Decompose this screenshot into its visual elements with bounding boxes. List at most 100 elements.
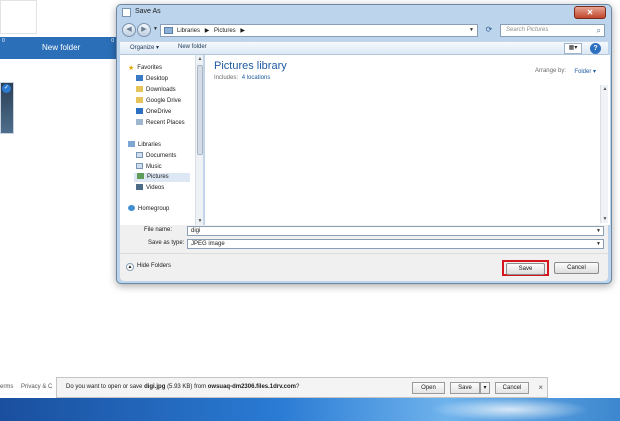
scroll-up-icon[interactable]: ▲ <box>196 56 204 62</box>
music-icon <box>136 163 143 169</box>
download-prompt: Do you want to open or save digi.jpg (5.… <box>66 384 299 390</box>
breadcrumb-separator[interactable]: ▶ <box>205 28 210 34</box>
file-list-pane[interactable]: Pictures library Includes: 4 locations A… <box>205 55 610 225</box>
download-prompt-suffix: ? <box>296 384 300 390</box>
download-file-name: digi.jpg <box>144 384 166 390</box>
library-icon <box>164 27 173 34</box>
help-icon[interactable]: ? <box>590 43 601 54</box>
nav-pictures-label: Pictures <box>147 174 169 180</box>
background-tile-bar[interactable]: 0 <box>0 37 37 59</box>
nav-desktop-label: Desktop <box>146 76 169 82</box>
search-icon[interactable]: ⌕ <box>597 26 601 36</box>
background-tile[interactable] <box>0 0 37 34</box>
taskbar-glow <box>430 398 590 421</box>
breadcrumb-pictures[interactable]: Pictures <box>214 28 236 34</box>
homegroup-icon <box>128 205 135 211</box>
includes-label: Includes: <box>214 75 239 81</box>
download-save-button[interactable]: Save <box>450 382 480 394</box>
dialog-title: Save As <box>135 8 161 15</box>
tile-count: 0 <box>111 38 114 44</box>
onedrive-icon <box>136 108 143 114</box>
nav-documents-label: Documents <box>146 153 177 159</box>
nav-music-label: Music <box>146 164 162 170</box>
library-title: Pictures library <box>214 60 287 72</box>
download-file-size: (5.93 KB) <box>167 384 193 390</box>
nav-recent-places[interactable]: Recent Places <box>136 119 185 128</box>
download-host: owsuaq-dm2306.files.1drv.com <box>207 384 297 390</box>
save-as-type-dropdown-icon[interactable]: ▼ <box>596 240 601 248</box>
scroll-up-icon[interactable]: ▲ <box>601 86 609 92</box>
save-button-highlight: Save <box>502 260 549 276</box>
file-name-dropdown-icon[interactable]: ▼ <box>596 227 601 235</box>
nav-google-drive[interactable]: Google Drive <box>136 97 181 106</box>
search-placeholder: Search Pictures <box>506 27 549 33</box>
nav-documents[interactable]: Documents <box>136 152 176 161</box>
arrange-by-dropdown[interactable]: Folder ▾ <box>574 68 596 75</box>
navigation-scrollbar[interactable]: ▲ ▼ <box>195 55 203 225</box>
nav-onedrive[interactable]: OneDrive <box>136 108 171 117</box>
save-as-dialog: Save As ✕ ◀ ▶ ▼ Libraries ▶ Pictures ▶ ▼… <box>116 4 612 284</box>
scrollbar-thumb[interactable] <box>197 65 203 155</box>
nav-favorites-label: Favorites <box>137 65 162 71</box>
file-fields: File name: digi ▼ Save as type: JPEG ima… <box>120 225 608 253</box>
hide-folders-button[interactable]: ▲ Hide Folders <box>126 263 171 271</box>
footer-link-privacy[interactable]: Privacy & C <box>21 384 52 390</box>
locations-link[interactable]: 4 locations <box>242 75 271 81</box>
address-dropdown-icon[interactable]: ▼ <box>469 27 474 33</box>
videos-icon <box>136 184 143 190</box>
nav-videos[interactable]: Videos <box>136 184 164 193</box>
address-bar[interactable]: Libraries ▶ Pictures ▶ ▼ <box>160 24 478 37</box>
star-icon: ★ <box>128 65 135 72</box>
back-button[interactable]: ◀ <box>122 23 136 37</box>
download-notification-bar: Do you want to open or save digi.jpg (5.… <box>56 377 548 398</box>
file-name-value: digi <box>191 228 201 234</box>
download-from: from <box>194 384 207 390</box>
footer-links: erms Privacy & C <box>0 384 58 390</box>
cancel-button[interactable]: Cancel <box>554 262 599 274</box>
footer-link-terms[interactable]: erms <box>0 384 13 390</box>
forward-button[interactable]: ▶ <box>137 23 151 37</box>
download-cancel-button[interactable]: Cancel <box>495 382 529 394</box>
save-options-dropdown-icon[interactable]: ▾ <box>480 382 490 394</box>
nav-homegroup[interactable]: Homegroup <box>128 205 169 214</box>
open-button[interactable]: Open <box>412 382 445 394</box>
google-drive-folder-icon <box>136 97 143 103</box>
nav-desktop[interactable]: Desktop <box>136 75 168 84</box>
save-button[interactable]: Save <box>506 263 545 275</box>
downloads-folder-icon <box>136 86 143 92</box>
breadcrumb-libraries[interactable]: Libraries <box>177 28 200 34</box>
save-as-type-select[interactable]: JPEG image ▼ <box>187 239 604 249</box>
breadcrumb-separator[interactable]: ▶ <box>240 28 245 34</box>
file-name-input[interactable]: digi ▼ <box>187 226 604 236</box>
command-toolbar: Organize ▾ New folder ▦▾ ? <box>120 41 608 55</box>
new-folder-button[interactable]: New folder <box>178 44 207 50</box>
recent-locations-dropdown-icon[interactable]: ▼ <box>153 26 158 32</box>
organize-button[interactable]: Organize ▾ <box>130 44 159 51</box>
refresh-icon[interactable]: ⟳ <box>482 24 496 37</box>
download-prompt-prefix: Do you want to open or save <box>66 384 143 390</box>
scroll-down-icon[interactable]: ▼ <box>196 218 204 224</box>
title-bar: Save As ✕ <box>117 5 611 21</box>
file-list-scrollbar[interactable]: ▲ ▼ <box>600 85 608 223</box>
navigation-pane: ★ Favorites Desktop Downloads Google Driv… <box>120 55 204 225</box>
nav-favorites[interactable]: ★ Favorites <box>128 64 162 73</box>
breadcrumb: Libraries ▶ Pictures ▶ <box>177 27 248 34</box>
nav-recent-places-label: Recent Places <box>146 120 185 126</box>
nav-music[interactable]: Music <box>136 163 162 172</box>
nav-downloads[interactable]: Downloads <box>136 86 176 95</box>
new-folder-tile[interactable]: New folder 0 <box>37 37 118 59</box>
search-input[interactable]: Search Pictures ⌕ <box>500 24 605 37</box>
new-folder-label: New folder <box>42 43 81 52</box>
close-button[interactable]: ✕ <box>574 6 606 19</box>
pictures-icon <box>137 173 144 179</box>
file-name-label: File name: <box>144 227 173 233</box>
nav-libraries[interactable]: Libraries <box>128 141 161 150</box>
hide-folders-label: Hide Folders <box>137 263 172 269</box>
nav-onedrive-label: OneDrive <box>146 109 172 115</box>
desktop-icon <box>136 75 143 81</box>
close-icon[interactable]: × <box>538 383 543 393</box>
view-options-icon[interactable]: ▦▾ <box>564 43 582 54</box>
nav-pictures[interactable]: Pictures <box>134 173 190 182</box>
nav-homegroup-label: Homegroup <box>138 206 170 212</box>
scroll-down-icon[interactable]: ▼ <box>601 216 609 222</box>
